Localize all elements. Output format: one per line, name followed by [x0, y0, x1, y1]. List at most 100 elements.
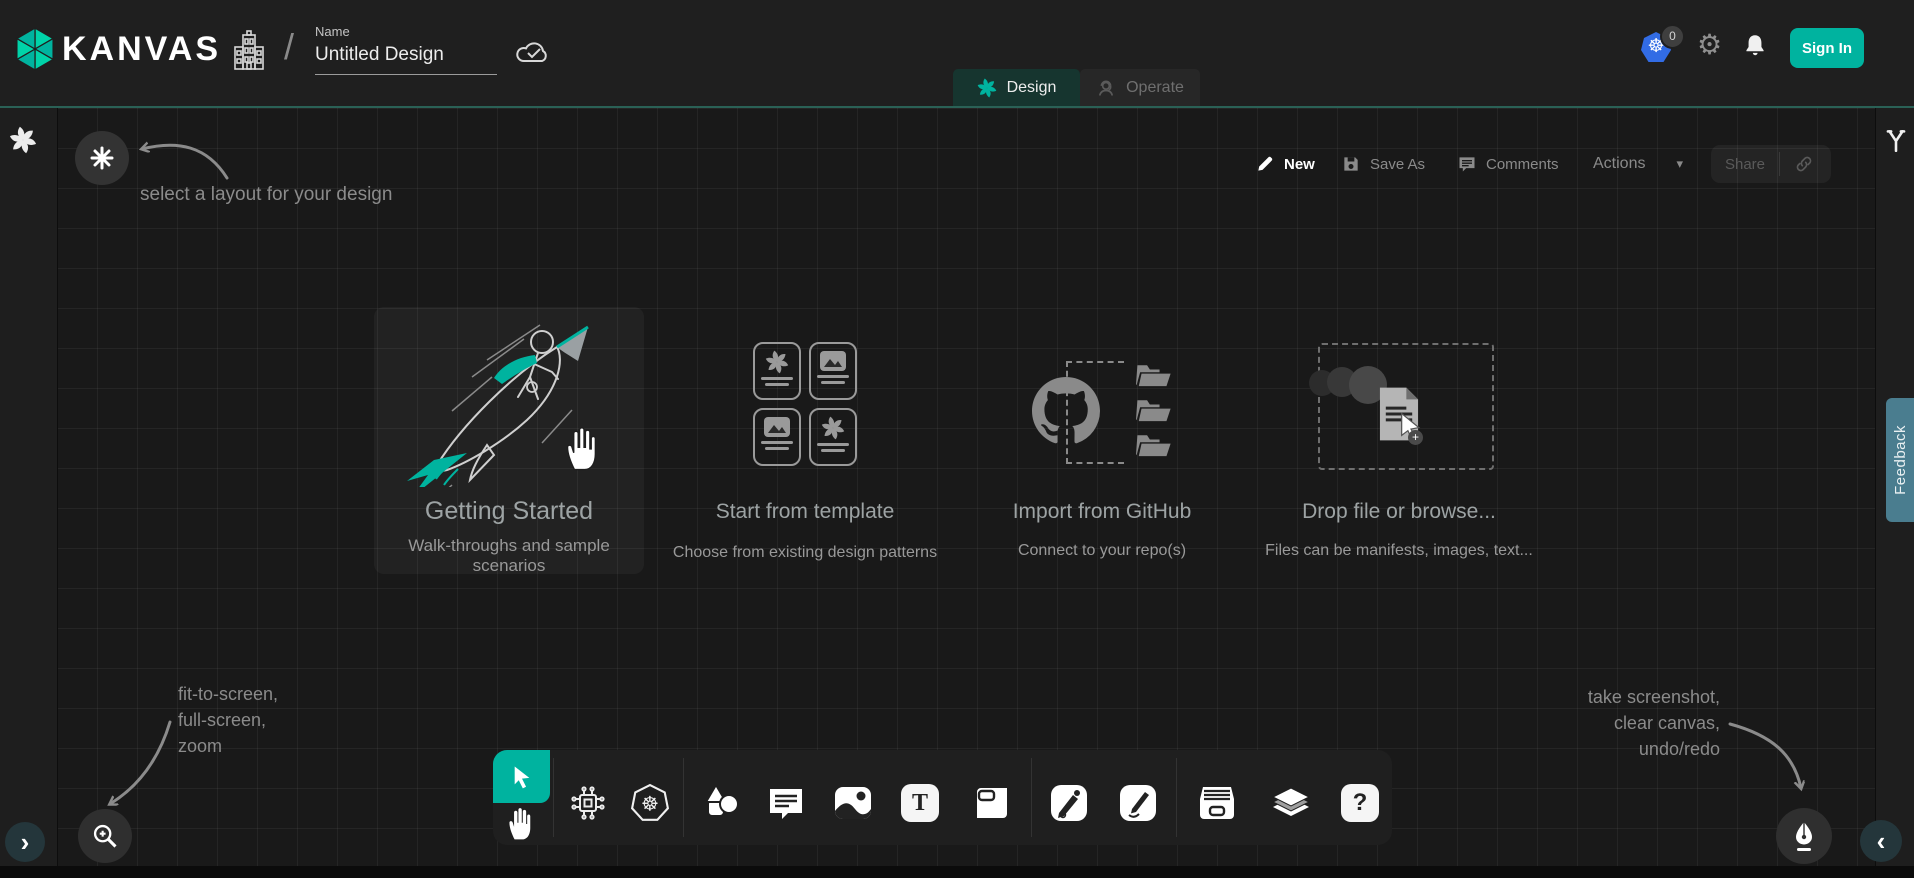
- hand-cursor-icon: [562, 425, 604, 473]
- flask-validate-icon[interactable]: [1883, 126, 1909, 154]
- tab-operate[interactable]: Operate: [1080, 69, 1200, 106]
- layout-select-button[interactable]: [75, 131, 129, 185]
- zoom-button[interactable]: [78, 809, 132, 863]
- operate-headset-icon: [1096, 78, 1116, 98]
- text-tool-glyph: T: [912, 790, 928, 817]
- design-spiral-icon: [977, 78, 997, 98]
- folder-icon: [1136, 432, 1172, 458]
- dock-separator: [553, 758, 554, 837]
- template-thumb-image: [809, 342, 857, 400]
- pen-bezier-icon: [1050, 784, 1088, 822]
- actions-dropdown[interactable]: Actions ▾: [1593, 146, 1683, 182]
- chevron-left-icon: ‹: [1877, 828, 1886, 854]
- card-getting-started[interactable]: Getting Started Walk-throughs and sample…: [374, 307, 644, 574]
- canvas-actions-hint-text: take screenshot, clear canvas, undo/redo: [1420, 684, 1720, 762]
- tool-dock: ☸ T: [493, 750, 1392, 845]
- kubernetes-tool-button[interactable]: ☸: [630, 783, 670, 823]
- left-dock-strip: [0, 108, 58, 866]
- card-template-title[interactable]: Start from template: [680, 500, 930, 524]
- select-tool-button[interactable]: [493, 750, 550, 803]
- app-header: KANVAS / Name: [0, 0, 1914, 106]
- save-as-label: Save As: [1370, 156, 1425, 173]
- new-label: New: [1284, 156, 1315, 173]
- layout-asterisk-icon: [89, 145, 115, 171]
- comments-button[interactable]: Comments: [1457, 146, 1559, 182]
- drawer-tool-button[interactable]: [1197, 783, 1237, 823]
- whiteboard-pen-button[interactable]: [1776, 808, 1832, 864]
- shapes-tool-button[interactable]: [701, 783, 741, 823]
- share-link-icon: [1794, 154, 1814, 174]
- github-octocat-icon[interactable]: [1032, 377, 1100, 445]
- card-github-title[interactable]: Import from GitHub: [977, 500, 1227, 524]
- text-tool-button[interactable]: T: [900, 783, 940, 823]
- help-tool-button[interactable]: ?: [1340, 783, 1380, 823]
- collapse-right-panel-button[interactable]: ‹: [1860, 820, 1902, 862]
- share-button[interactable]: Share: [1711, 145, 1831, 183]
- canvas-top-accent-line: [0, 106, 1914, 108]
- layers-tool-button[interactable]: [1271, 783, 1311, 823]
- brand-wordmark: KANVAS: [62, 30, 221, 69]
- pen-tool-button[interactable]: [1049, 783, 1089, 823]
- card-template-subtitle: Choose from existing design patterns: [660, 544, 950, 562]
- note-tool-button[interactable]: [972, 783, 1012, 823]
- pencil-new-icon: [1255, 154, 1275, 174]
- plus-badge-icon: +: [1408, 430, 1423, 445]
- meshery-spiral-icon[interactable]: [9, 126, 37, 154]
- kanvas-logo-icon[interactable]: [14, 26, 56, 72]
- breadcrumb-slash: /: [284, 26, 294, 68]
- tab-operate-label: Operate: [1126, 79, 1184, 97]
- tab-design[interactable]: Design: [953, 69, 1080, 106]
- template-thumb-image: [753, 408, 801, 466]
- image-icon: [833, 785, 873, 821]
- kanvas-app: KANVAS / Name: [0, 0, 1914, 878]
- kubernetes-context-count-badge: 0: [1660, 24, 1685, 49]
- settings-gear-icon[interactable]: ⚙: [1697, 28, 1722, 61]
- help-glyph: ?: [1353, 789, 1368, 817]
- notifications-bell-icon[interactable]: [1742, 32, 1768, 62]
- pencil-draw-icon: [1119, 784, 1157, 822]
- design-name-label: Name: [315, 24, 350, 39]
- components-tool-button[interactable]: [568, 783, 608, 823]
- save-as-button[interactable]: Save As: [1341, 146, 1425, 182]
- card-drop-subtitle: Files can be manifests, images, text...: [1249, 542, 1549, 560]
- shapes-icon: [701, 783, 741, 823]
- template-thumb-design: [809, 408, 857, 466]
- card-drop-title[interactable]: Drop file or browse...: [1274, 500, 1524, 524]
- feedback-tab-label: Feedback: [1892, 425, 1909, 495]
- organization-icon[interactable]: [232, 28, 266, 74]
- pen-nib-icon: [1790, 820, 1818, 852]
- card-getting-started-title: Getting Started: [374, 497, 644, 526]
- comment-bubble-icon: [766, 783, 806, 823]
- folder-icon: [1136, 397, 1172, 423]
- dock-separator: [1176, 758, 1177, 837]
- pan-tool-button[interactable]: [504, 806, 540, 842]
- comments-bubble-icon: [1457, 154, 1477, 174]
- svg-text:☸: ☸: [641, 791, 659, 815]
- kubernetes-helm-icon: ☸: [630, 783, 670, 823]
- bottom-edge-bar: [0, 866, 1914, 878]
- actions-label: Actions: [1593, 155, 1645, 173]
- card-start-from-template[interactable]: [753, 342, 857, 466]
- select-arrow-icon: [509, 763, 535, 791]
- drawer-archive-icon: [1197, 785, 1237, 821]
- layout-hint-text: select a layout for your design: [140, 184, 392, 206]
- sign-in-button[interactable]: Sign In: [1790, 28, 1864, 68]
- feedback-tab[interactable]: Feedback: [1886, 398, 1914, 522]
- comment-tool-button[interactable]: [766, 783, 806, 823]
- design-name-input[interactable]: [315, 44, 497, 75]
- zoom-hint-text: fit-to-screen, full-screen, zoom: [178, 681, 278, 759]
- cloud-save-status-icon: [515, 36, 553, 66]
- sticky-note-icon: [973, 784, 1011, 822]
- share-divider: [1779, 152, 1780, 176]
- layers-icon: [1271, 784, 1311, 822]
- image-tool-button[interactable]: [833, 783, 873, 823]
- comments-label: Comments: [1486, 156, 1559, 173]
- expand-left-panel-button[interactable]: ›: [5, 822, 45, 862]
- new-design-button[interactable]: New: [1255, 146, 1315, 182]
- pencil-tool-button[interactable]: [1118, 783, 1158, 823]
- circuit-components-icon: [569, 784, 607, 822]
- share-label: Share: [1711, 156, 1779, 173]
- floppy-save-icon: [1341, 154, 1361, 174]
- card-getting-started-subtitle: Walk-throughs and sample scenarios: [374, 536, 644, 576]
- template-thumb-design: [753, 342, 801, 400]
